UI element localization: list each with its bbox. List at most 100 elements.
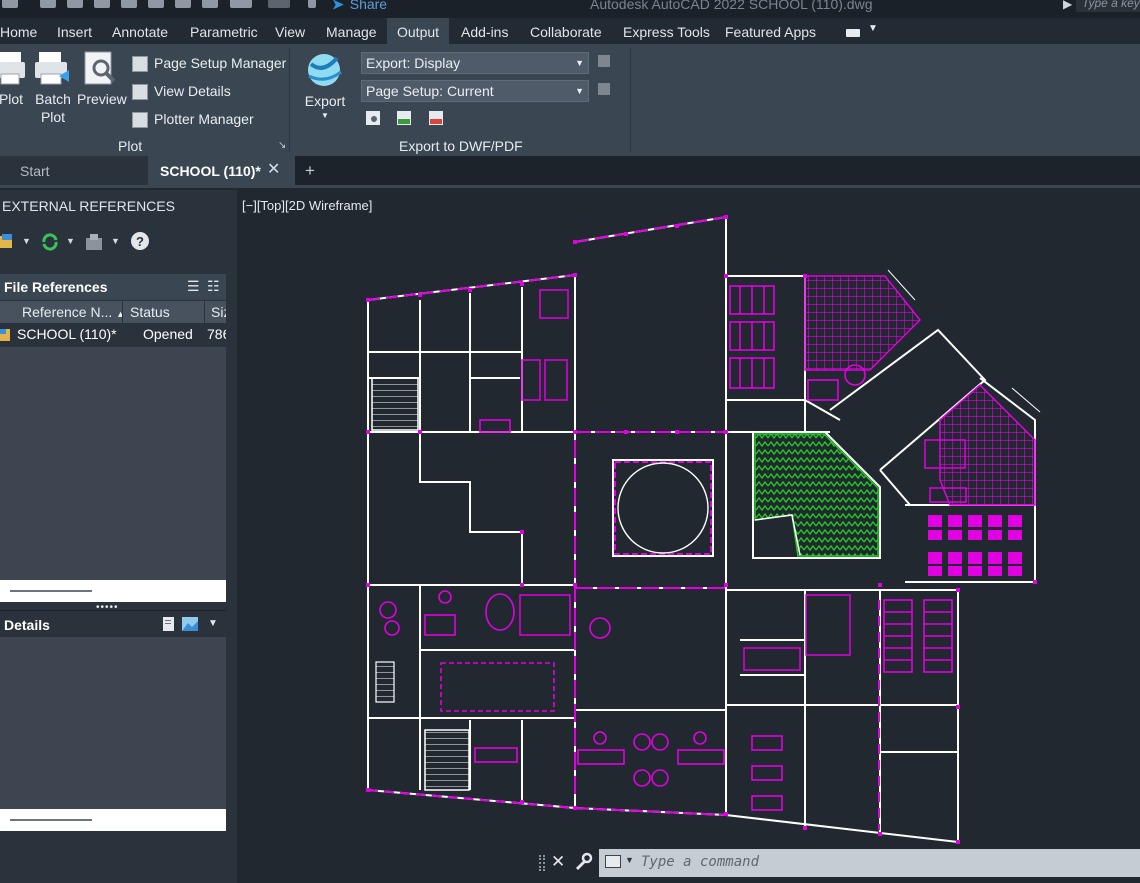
- ribbon-tab-bar: Home Insert Annotate Parametric View Man…: [0, 18, 1140, 44]
- tab-featured-apps[interactable]: Featured Apps: [725, 18, 816, 44]
- tab-view[interactable]: View: [275, 18, 305, 44]
- tab-home[interactable]: Home: [0, 18, 37, 44]
- scrollbar-thumb[interactable]: [10, 590, 92, 592]
- tab-parametric[interactable]: Parametric: [190, 18, 258, 44]
- dwf-icon[interactable]: [396, 110, 412, 126]
- table-row[interactable]: SCHOOL (110)* Opened 786: [0, 324, 226, 346]
- page-setup-manager-button[interactable]: Page Setup Manager: [132, 53, 286, 73]
- tab-collaborate[interactable]: Collaborate: [530, 18, 602, 44]
- preview-image-icon[interactable]: [182, 617, 198, 631]
- chevron-down-icon[interactable]: ▼: [625, 855, 634, 865]
- plotter-manager-icon: [132, 112, 148, 129]
- tab-express-tools[interactable]: Express Tools: [623, 18, 710, 44]
- save-icon[interactable]: [94, 0, 110, 8]
- search-expand-icon[interactable]: ▶: [1063, 0, 1072, 11]
- details-dropdown-icon[interactable]: ▼: [208, 618, 218, 629]
- refresh-dropdown-icon[interactable]: ▼: [66, 236, 75, 246]
- export-display-dropdown[interactable]: Export: Display ▼: [361, 52, 589, 74]
- sort-ascending-icon: ▲: [116, 309, 122, 319]
- tab-start[interactable]: Start: [0, 156, 148, 185]
- preview-magnifier-icon: [84, 51, 116, 85]
- list-view-icon[interactable]: ☰: [187, 278, 200, 295]
- plot-button[interactable]: Plot: [0, 50, 28, 108]
- school-floor-plan: [366, 215, 1041, 844]
- drawing-viewport[interactable]: [−][Top][2D Wireframe]: [237, 188, 1140, 883]
- export-panel-title: Export to DWF/PDF: [399, 138, 523, 154]
- file-references-list-area: [0, 347, 226, 580]
- tab-annotate[interactable]: Annotate: [112, 18, 168, 44]
- preview-button[interactable]: Preview: [77, 50, 127, 108]
- tree-view-icon[interactable]: ☷: [207, 278, 220, 295]
- export-button[interactable]: Export ▼: [302, 50, 348, 120]
- batch-plot-button[interactable]: Batch Plot: [33, 50, 73, 126]
- palette-title: EXTERNAL REFERENCES: [2, 198, 175, 214]
- atrium: [614, 461, 712, 555]
- undo-icon[interactable]: [230, 0, 252, 8]
- column-reference-name[interactable]: Reference N... ▲: [0, 301, 123, 323]
- tab-add-ins[interactable]: Add-ins: [461, 18, 508, 44]
- change-path-icon[interactable]: [84, 232, 106, 252]
- attach-dwg-icon[interactable]: [0, 234, 14, 250]
- details-header: Details ▼: [0, 610, 226, 637]
- row-reference-name: SCHOOL (110)*: [17, 326, 117, 342]
- plot-label: Plot: [0, 91, 24, 107]
- tab-school-drawing[interactable]: SCHOOL (110)* ✕: [148, 156, 295, 185]
- qat-dropdown-icon[interactable]: [308, 0, 316, 8]
- open-file-icon[interactable]: [67, 0, 83, 8]
- pdf-icon[interactable]: [428, 110, 444, 126]
- wrench-icon[interactable]: [573, 851, 593, 873]
- cafeteria-tables: [928, 515, 1022, 576]
- ribbon-display-caret-icon[interactable]: ▼: [868, 23, 878, 34]
- scrollbar-thumb[interactable]: [10, 819, 92, 821]
- open-web-icon[interactable]: [148, 0, 164, 8]
- column-status[interactable]: Status: [124, 301, 205, 323]
- command-line-grip-icon[interactable]: [539, 855, 545, 871]
- tab-output[interactable]: Output: [387, 18, 450, 44]
- page-setup-icon: [132, 56, 148, 73]
- plotter-manager-button[interactable]: Plotter Manager: [132, 109, 254, 129]
- export-label: Export: [304, 93, 346, 109]
- restroom-fixtures: [519, 289, 967, 671]
- horizontal-scrollbar[interactable]: [0, 809, 226, 831]
- row-status: Opened: [143, 326, 193, 342]
- details-area: [0, 637, 226, 809]
- column-reference-name-label: Reference N...: [22, 304, 113, 320]
- tab-insert[interactable]: Insert: [57, 18, 92, 44]
- chevron-down-icon: ▼: [575, 86, 584, 96]
- plot-dialog-launcher-icon[interactable]: ↘: [278, 140, 286, 151]
- share-button[interactable]: ➤ Share: [332, 0, 387, 13]
- command-history-icon[interactable]: [605, 855, 621, 868]
- horizontal-scrollbar[interactable]: [0, 580, 226, 602]
- ribbon-display-icon[interactable]: [846, 29, 860, 37]
- close-icon[interactable]: ✕: [551, 852, 565, 872]
- redo-icon[interactable]: [268, 0, 290, 8]
- share-label: Share: [349, 0, 388, 12]
- preview-export-icon[interactable]: [597, 81, 613, 97]
- save-as-icon[interactable]: [121, 0, 137, 8]
- new-tab-icon[interactable]: +: [305, 161, 315, 181]
- change-path-dropdown-icon[interactable]: ▼: [111, 236, 120, 246]
- ribbon-panel: Plot Batch Plot Preview Page Setup Manag…: [0, 44, 1140, 156]
- page-setup-dropdown[interactable]: Page Setup: Current ▼: [361, 80, 589, 102]
- app-menu-icon[interactable]: [2, 0, 18, 8]
- column-size[interactable]: Siz: [206, 301, 226, 323]
- export-globe-icon: [308, 54, 342, 86]
- view-details-button[interactable]: View Details: [132, 81, 231, 101]
- command-input[interactable]: [637, 851, 1135, 873]
- close-icon[interactable]: ✕: [267, 159, 280, 179]
- command-input-box[interactable]: ▼: [599, 849, 1140, 877]
- desk-rows-south-east: [883, 599, 953, 673]
- attach-dropdown-icon[interactable]: ▼: [22, 236, 31, 246]
- save-web-icon[interactable]: [175, 0, 191, 8]
- panel-separator: [630, 48, 631, 152]
- preview-label: Preview: [77, 91, 127, 107]
- export-preview-icon[interactable]: [365, 110, 381, 126]
- search-input[interactable]: Type a keyword: [1076, 0, 1140, 12]
- help-icon[interactable]: ?: [130, 231, 150, 251]
- refresh-icon[interactable]: [40, 232, 60, 252]
- page-setup-override-icon[interactable]: [597, 53, 613, 69]
- tab-manage[interactable]: Manage: [326, 18, 377, 44]
- details-view-icon[interactable]: [162, 617, 176, 631]
- new-file-icon[interactable]: [40, 0, 56, 8]
- plot-quick-icon[interactable]: [202, 0, 218, 8]
